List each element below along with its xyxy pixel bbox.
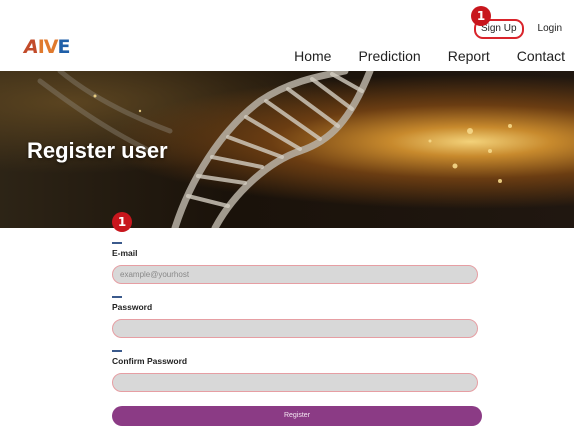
email-group: E-mail bbox=[112, 242, 482, 284]
aive-logo[interactable]: AIVE bbox=[24, 36, 70, 58]
nav-item-prediction[interactable]: Prediction bbox=[358, 47, 420, 65]
confirm-password-field[interactable] bbox=[112, 373, 478, 392]
confirm-password-label: Confirm Password bbox=[112, 356, 188, 366]
annotation-badge-form: 1 bbox=[112, 212, 132, 232]
hero-banner: Register user bbox=[0, 71, 574, 228]
field-marker bbox=[112, 350, 122, 352]
page-title: Register user bbox=[27, 138, 168, 163]
register-form: E-mail Password Confirm Password bbox=[112, 235, 482, 392]
logo-text: AIVE bbox=[24, 36, 70, 58]
login-link[interactable]: Login bbox=[538, 22, 562, 36]
email-label: E-mail bbox=[112, 248, 138, 258]
password-field[interactable] bbox=[112, 319, 478, 338]
field-marker bbox=[112, 296, 122, 298]
field-marker bbox=[112, 242, 122, 244]
nav-item-contact[interactable]: Contact bbox=[517, 47, 565, 65]
email-field[interactable] bbox=[112, 265, 478, 284]
confirm-password-group: Confirm Password bbox=[112, 350, 482, 392]
register-button[interactable]: Register bbox=[112, 406, 482, 426]
nav-item-home[interactable]: Home bbox=[294, 47, 331, 65]
password-group: Password bbox=[112, 296, 482, 338]
nav-item-report[interactable]: Report bbox=[448, 47, 490, 65]
main-nav: Home Prediction Report Contact bbox=[294, 47, 565, 65]
password-label: Password bbox=[112, 302, 153, 312]
annotation-badge-signup: 1 bbox=[471, 6, 491, 26]
